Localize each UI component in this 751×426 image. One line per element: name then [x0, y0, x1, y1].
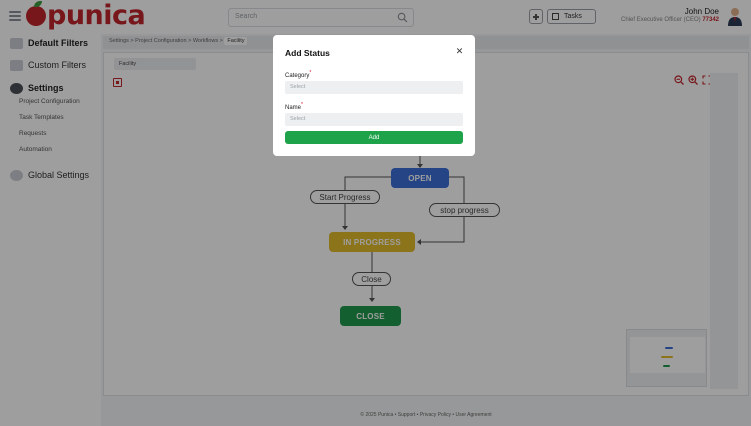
category-label: Category* [285, 70, 311, 79]
add-status-modal: Add Status ✕ Category* Select Name* Sele… [273, 35, 475, 156]
name-placeholder: Select [290, 116, 306, 122]
required-mark: * [309, 70, 312, 76]
add-status-button[interactable]: Add [285, 131, 463, 144]
category-select[interactable]: Select [285, 81, 463, 94]
name-label: Name* [285, 102, 303, 111]
category-label-text: Category [285, 73, 310, 79]
modal-title: Add Status [285, 48, 330, 58]
name-label-text: Name [285, 105, 302, 111]
close-icon[interactable]: ✕ [455, 47, 464, 56]
name-select[interactable]: Select [285, 113, 463, 126]
required-mark: * [301, 102, 303, 108]
category-placeholder: Select [290, 84, 306, 90]
